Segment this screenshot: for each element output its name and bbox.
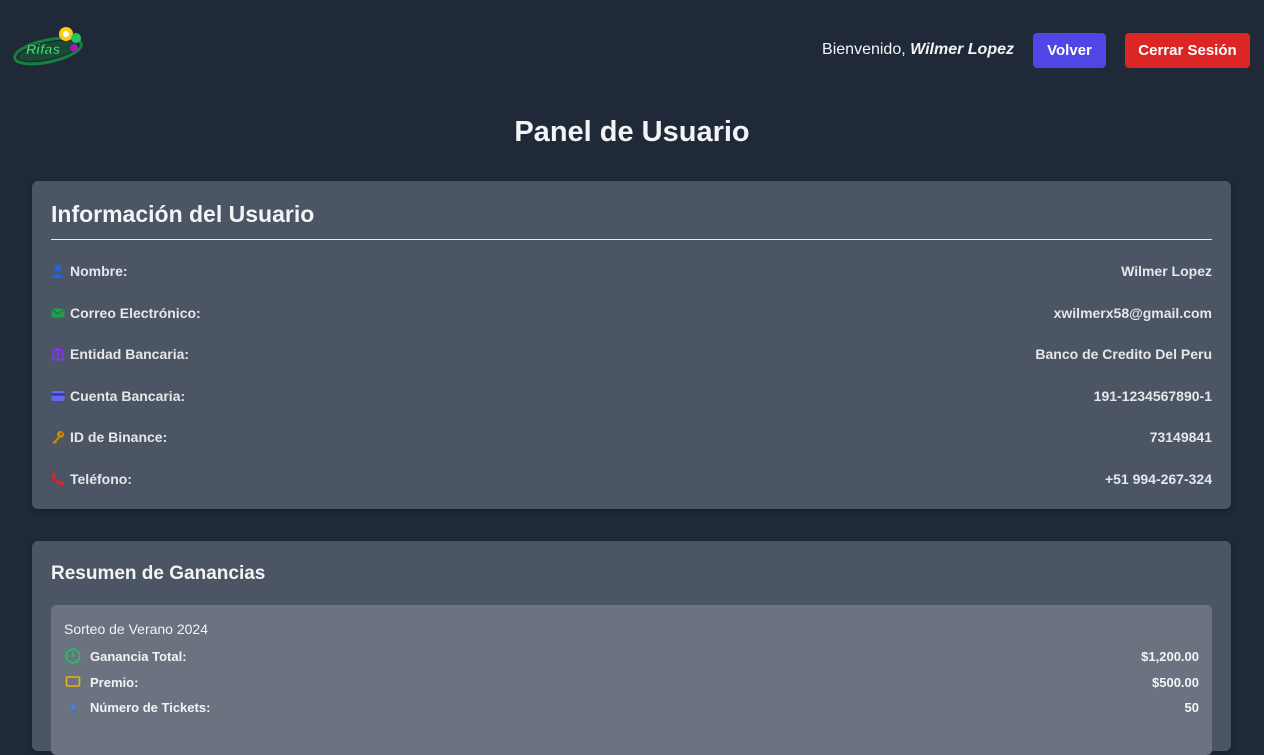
info-row-name: Nombre: Wilmer Lopez — [51, 261, 1212, 281]
back-button[interactable]: Volver — [1033, 33, 1106, 68]
info-value: xwilmerx58@gmail.com — [1053, 305, 1212, 321]
stat-value: $500.00 — [1152, 674, 1199, 690]
welcome-prefix: Bienvenido, — [822, 41, 906, 58]
ticket-icon — [64, 674, 82, 690]
info-label: Teléfono: — [70, 471, 132, 487]
bank-icon — [51, 347, 65, 361]
info-label: Entidad Bancaria: — [70, 346, 190, 362]
user-info-title: Información del Usuario — [51, 201, 315, 227]
raffle-name: Sorteo de Verano 2024 — [64, 621, 209, 637]
clock-icon — [64, 648, 82, 664]
top-bar: Rifas Bienvenido, Wilmer Lopez Volver Ce… — [0, 0, 1264, 100]
stat-row-total: Ganancia Total: $1,200.00 — [64, 647, 1199, 665]
stat-value: $1,200.00 — [1141, 648, 1199, 664]
title-divider — [51, 239, 1212, 240]
user-icon — [51, 264, 65, 278]
info-label: Cuenta Bancaria: — [70, 388, 186, 404]
info-value: 73149841 — [1149, 429, 1212, 445]
info-value: 191-1234567890-1 — [1093, 388, 1212, 404]
stat-row-tickets: Número de Tickets: 50 — [64, 698, 1199, 716]
rifas-logo[interactable]: Rifas — [12, 24, 88, 68]
info-value: +51 994-267-324 — [1104, 471, 1212, 487]
info-label: Nombre: — [70, 263, 128, 279]
logout-button[interactable]: Cerrar Sesión — [1125, 33, 1250, 68]
key-icon — [51, 430, 65, 444]
credit-card-icon — [51, 389, 65, 403]
welcome-message: Bienvenido, Wilmer Lopez — [822, 41, 1014, 59]
info-value: Wilmer Lopez — [1121, 263, 1212, 279]
stat-value: 50 — [1184, 699, 1199, 715]
info-row-binance: ID de Binance: 73149841 — [51, 427, 1212, 447]
stat-label: Premio: — [90, 674, 139, 690]
stat-label: Ganancia Total: — [90, 648, 187, 664]
info-row-phone: Teléfono: +51 994-267-324 — [51, 469, 1212, 489]
phone-icon — [51, 472, 65, 486]
earnings-summary-card: Resumen de Ganancias Sorteo de Verano 20… — [32, 541, 1231, 755]
page-title: Panel de Usuario — [514, 116, 750, 148]
envelope-icon — [51, 306, 65, 320]
logo-wordmark: Rifas — [26, 41, 60, 57]
info-label: ID de Binance: — [70, 429, 168, 445]
dot-icon — [64, 699, 82, 715]
info-label: Correo Electrónico: — [70, 305, 201, 321]
info-row-email: Correo Electrónico: xwilmerx58@gmail.com — [51, 303, 1212, 323]
info-row-bank: Entidad Bancaria: Banco de Credito Del P… — [51, 344, 1212, 364]
info-value: Banco de Credito Del Peru — [1035, 346, 1212, 362]
raffle-summary: Sorteo de Verano 2024 Ganancia Total: $1… — [51, 605, 1212, 755]
info-row-account: Cuenta Bancaria: 191-1234567890-1 — [51, 386, 1212, 406]
welcome-user-name: Wilmer Lopez — [910, 41, 1014, 58]
stat-row-prize: Premio: $500.00 — [64, 673, 1199, 691]
earnings-title: Resumen de Ganancias — [51, 563, 266, 584]
user-info-card: Información del Usuario Nombre: Wilmer L… — [32, 181, 1231, 509]
stat-label: Número de Tickets: — [90, 699, 211, 715]
